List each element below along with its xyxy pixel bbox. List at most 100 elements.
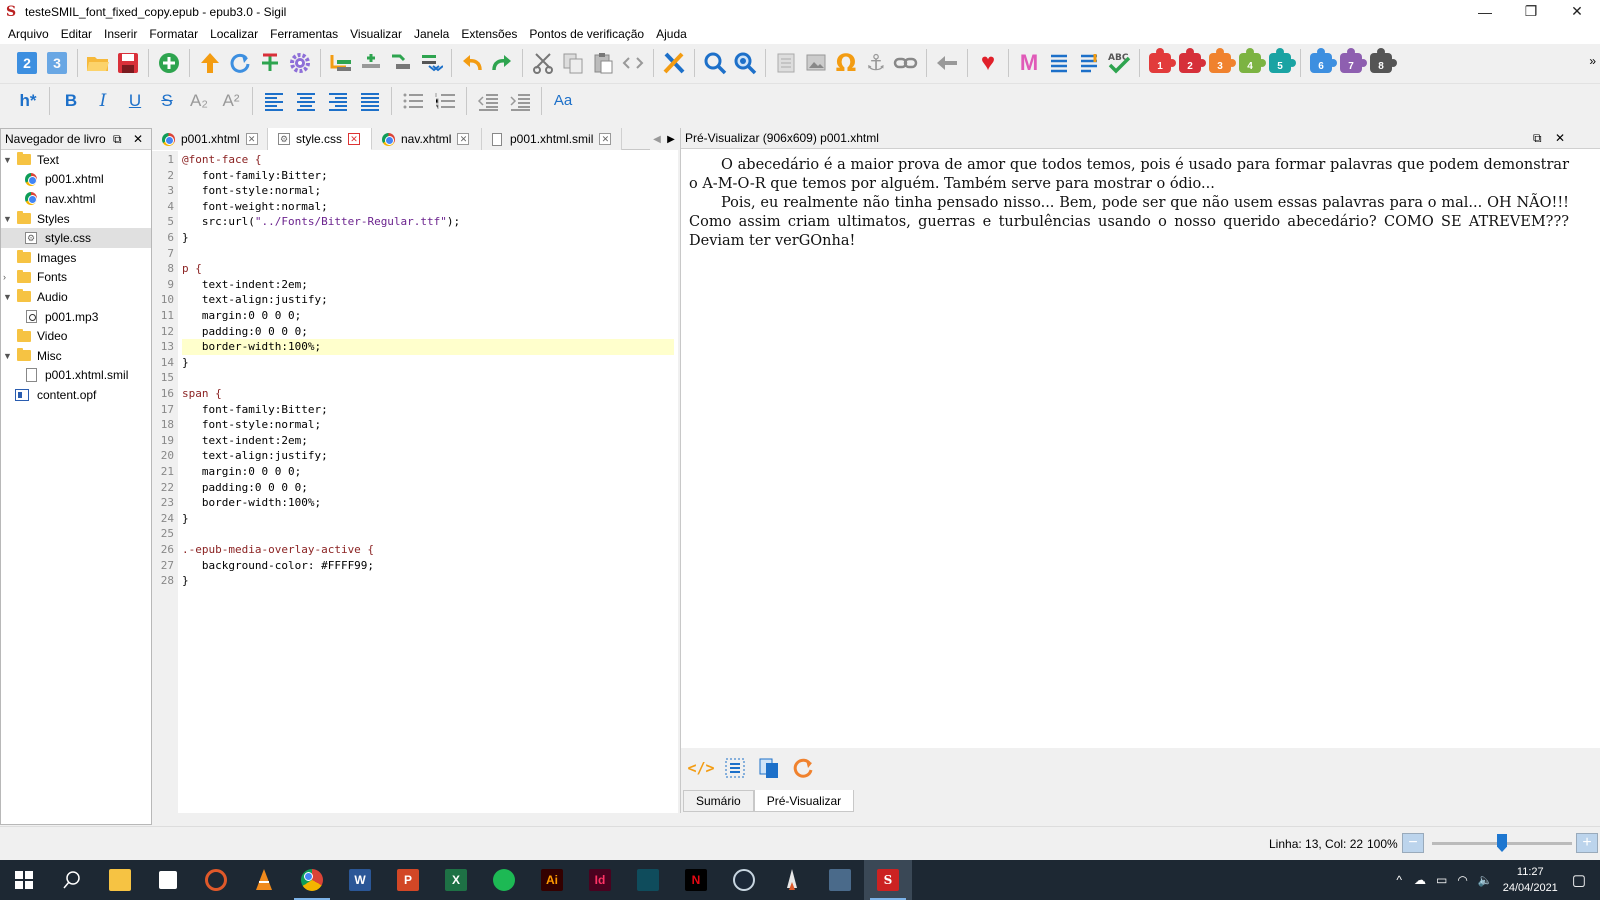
select-all-button[interactable] bbox=[721, 754, 749, 782]
scroll-right-icon[interactable]: ▶ bbox=[667, 134, 675, 145]
plugin-3-button[interactable]: 3 bbox=[1205, 48, 1236, 78]
epub3-button[interactable]: 3 bbox=[42, 48, 72, 78]
taskbar-netflix[interactable]: N bbox=[672, 860, 720, 900]
tree-file-nav-xhtml[interactable]: nav.xhtml bbox=[1, 189, 151, 209]
numbered-list-button[interactable] bbox=[429, 86, 461, 116]
spellcheck-button[interactable]: ABC bbox=[1104, 48, 1134, 78]
minimize-button[interactable]: — bbox=[1462, 0, 1508, 23]
taskbar-pencil-app[interactable] bbox=[768, 860, 816, 900]
open-button[interactable] bbox=[83, 48, 113, 78]
tree-file-style-css[interactable]: ⚙ style.css bbox=[1, 228, 151, 248]
tab-pre-visualizar[interactable]: Pré-Visualizar bbox=[753, 790, 855, 812]
tree-file-content-opf[interactable]: content.opf bbox=[1, 385, 151, 405]
italic-button[interactable]: I bbox=[87, 86, 119, 116]
clock[interactable]: 11:27 24/04/2021 bbox=[1503, 864, 1558, 896]
close-tab-icon[interactable]: ✕ bbox=[245, 133, 258, 145]
tab-p001-smil[interactable]: p001.xhtml.smil ✕ bbox=[482, 128, 622, 150]
tree-file-p001-mp3[interactable]: p001.mp3 bbox=[1, 307, 151, 327]
tab-sumario[interactable]: Sumário bbox=[683, 790, 754, 812]
menu-visualizar[interactable]: Visualizar bbox=[344, 27, 408, 41]
menu-editar[interactable]: Editar bbox=[55, 27, 98, 41]
justify-button[interactable] bbox=[354, 86, 386, 116]
tree-file-p001-xhtml[interactable]: p001.xhtml bbox=[1, 170, 151, 190]
code-view[interactable]: 1 2 3 4 5 6 7 8 9 10 11 12 13 14 15 16 17 18 19 20 21 22 23 24 2… bbox=[152, 151, 678, 813]
plugin-8-button[interactable]: 8 bbox=[1366, 48, 1397, 78]
close-panel-icon[interactable]: ✕ bbox=[133, 132, 143, 146]
tab-nav-xhtml[interactable]: nav.xhtml ✕ bbox=[372, 128, 482, 150]
insert-file-button[interactable] bbox=[771, 48, 801, 78]
align-center-button[interactable] bbox=[290, 86, 322, 116]
tree-folder-images[interactable]: Images bbox=[1, 248, 151, 268]
float-panel-icon[interactable]: ⧉ bbox=[113, 132, 122, 147]
taskbar-kindle[interactable] bbox=[624, 860, 672, 900]
back-button[interactable] bbox=[932, 48, 962, 78]
plugin-7-button[interactable]: 7 bbox=[1336, 48, 1367, 78]
taskbar-illustrator[interactable]: Ai bbox=[528, 860, 576, 900]
zoom-in-button[interactable]: + bbox=[1576, 833, 1598, 853]
superscript-button[interactable]: A² bbox=[215, 86, 247, 116]
cloud-icon[interactable]: ☁ bbox=[1414, 873, 1426, 887]
subscript-button[interactable]: A₂ bbox=[183, 86, 215, 116]
tree-folder-styles[interactable]: ▼ Styles bbox=[1, 209, 151, 229]
zoom-slider[interactable] bbox=[1432, 834, 1572, 852]
merge-button[interactable] bbox=[356, 48, 386, 78]
index-button[interactable] bbox=[1074, 48, 1104, 78]
start-button[interactable] bbox=[0, 860, 48, 900]
metadata-button[interactable]: M bbox=[1014, 48, 1044, 78]
menu-inserir[interactable]: Inserir bbox=[98, 27, 143, 41]
battery-icon[interactable]: ▭ bbox=[1436, 873, 1447, 887]
add-file-button[interactable] bbox=[154, 48, 184, 78]
toc-edit-button[interactable] bbox=[1044, 48, 1074, 78]
heading-button[interactable]: h* bbox=[12, 86, 44, 116]
close-button[interactable]: ✕ bbox=[1554, 0, 1600, 23]
menu-extensoes[interactable]: Extensões bbox=[455, 27, 523, 41]
wifi-icon[interactable]: ◠ bbox=[1457, 873, 1467, 887]
copy-preview-button[interactable] bbox=[755, 754, 783, 782]
menu-pontos-de-verificacao[interactable]: Pontos de verificação bbox=[523, 27, 650, 41]
underline-button[interactable]: U bbox=[119, 86, 151, 116]
align-left-button[interactable] bbox=[258, 86, 290, 116]
plugin-5-button[interactable]: 5 bbox=[1265, 48, 1296, 78]
taskbar-vlc[interactable] bbox=[240, 860, 288, 900]
join-button[interactable] bbox=[386, 48, 416, 78]
notifications-icon[interactable]: ▢ bbox=[1572, 871, 1586, 889]
split-button[interactable] bbox=[326, 48, 356, 78]
donate-button[interactable]: ♥ bbox=[973, 48, 1003, 78]
clean-button[interactable] bbox=[659, 48, 689, 78]
taskbar-store[interactable] bbox=[144, 860, 192, 900]
tree-folder-fonts[interactable]: › Fonts bbox=[1, 268, 151, 288]
strikethrough-button[interactable]: S bbox=[151, 86, 183, 116]
tree-file-p001-smil[interactable]: p001.xhtml.smil bbox=[1, 366, 151, 386]
find-replace-button[interactable] bbox=[730, 48, 760, 78]
bullet-list-button[interactable] bbox=[397, 86, 429, 116]
restore-button[interactable]: ❐ bbox=[1508, 0, 1554, 23]
taskbar-spotify[interactable] bbox=[480, 860, 528, 900]
zoom-out-button[interactable]: − bbox=[1402, 833, 1424, 853]
zoom-slider-thumb[interactable] bbox=[1497, 834, 1507, 852]
move-up-button[interactable] bbox=[195, 48, 225, 78]
refresh-button[interactable] bbox=[225, 48, 255, 78]
outdent-button[interactable] bbox=[472, 86, 504, 116]
menu-arquivo[interactable]: Arquivo bbox=[2, 27, 55, 41]
reload-preview-button[interactable] bbox=[789, 754, 817, 782]
plugin-1-button[interactable]: 1 bbox=[1145, 48, 1176, 78]
scroll-left-icon[interactable]: ◀ bbox=[653, 134, 661, 145]
chevron-up-icon[interactable]: ^ bbox=[1396, 873, 1402, 887]
copy-button[interactable] bbox=[558, 48, 588, 78]
tree-folder-audio[interactable]: ▼ Audio bbox=[1, 287, 151, 307]
menu-localizar[interactable]: Localizar bbox=[204, 27, 264, 41]
text-case-button[interactable]: Aa bbox=[547, 86, 579, 116]
align-right-button[interactable] bbox=[322, 86, 354, 116]
menu-ajuda[interactable]: Ajuda bbox=[650, 27, 693, 41]
float-panel-icon[interactable]: ⧉ bbox=[1533, 131, 1542, 146]
tab-style-css[interactable]: ⚙ style.css ✕ bbox=[268, 128, 372, 150]
menu-ferramentas[interactable]: Ferramentas bbox=[264, 27, 344, 41]
inspect-button[interactable]: </> bbox=[687, 754, 715, 782]
menu-janela[interactable]: Janela bbox=[408, 27, 455, 41]
paste-button[interactable] bbox=[588, 48, 618, 78]
cut-button[interactable] bbox=[528, 48, 558, 78]
taskbar-steam[interactable] bbox=[720, 860, 768, 900]
taskbar-chrome[interactable] bbox=[288, 860, 336, 900]
epub2-button[interactable]: 2 bbox=[12, 48, 42, 78]
close-tab-icon[interactable]: ✕ bbox=[599, 133, 612, 145]
